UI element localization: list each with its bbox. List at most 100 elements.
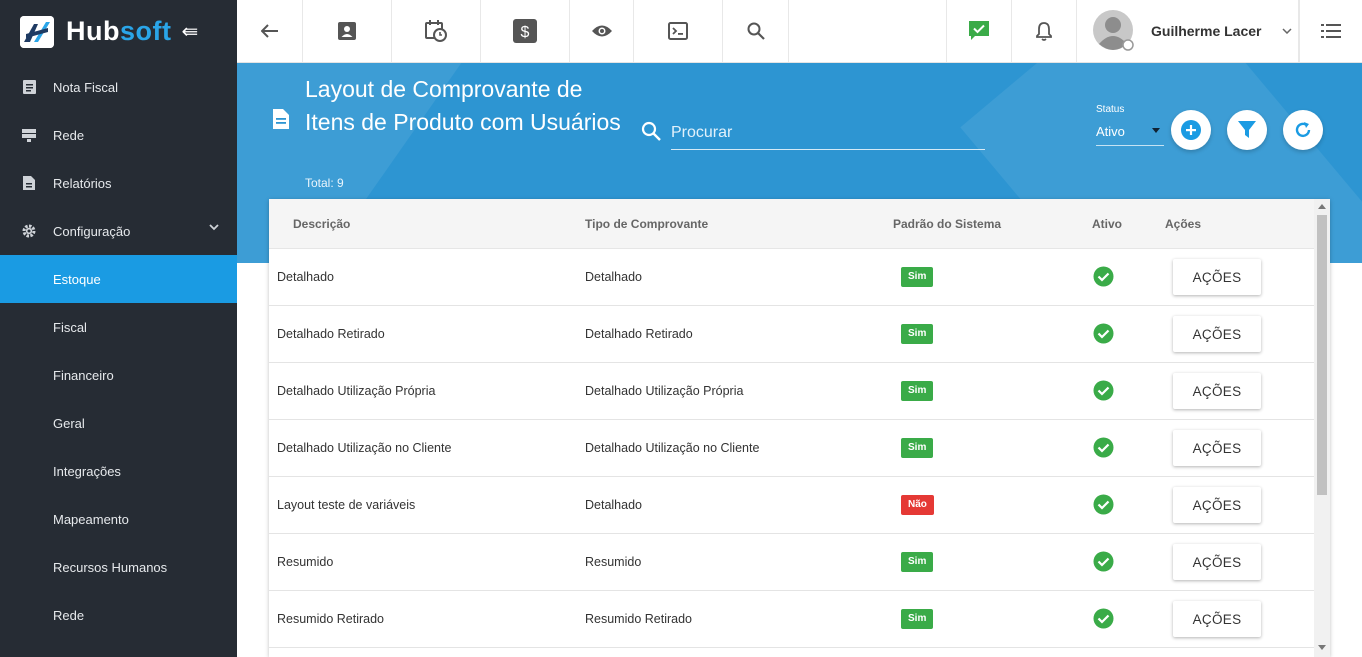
table-row: Resumido Resumido Sim AÇÕES: [269, 534, 1314, 591]
check-circle-icon: [1093, 437, 1114, 458]
sidebar-item-configuracao[interactable]: Configuração: [0, 207, 237, 255]
status-badge: Sim: [901, 609, 934, 629]
search-button[interactable]: [723, 0, 789, 62]
sidebar-item-label: Mapeamento: [53, 511, 129, 527]
actions-button[interactable]: AÇÕES: [1173, 316, 1261, 352]
check-circle-icon: [1093, 494, 1114, 515]
cell-tipo: Detalhado: [585, 270, 642, 284]
column-header-tipo[interactable]: Tipo de Comprovante: [585, 217, 708, 231]
cell-descricao: Layout teste de variáveis: [277, 498, 416, 512]
sidebar-item-integracoes[interactable]: Integrações: [0, 447, 237, 495]
status-select[interactable]: Ativo: [1096, 119, 1164, 146]
check-circle-icon: [1093, 551, 1114, 572]
cell-descricao: Resumido: [277, 555, 334, 569]
check-circle-icon: [1093, 323, 1114, 344]
dollar-icon: $: [513, 19, 537, 43]
sidebar-item-mapeamento[interactable]: Mapeamento: [0, 495, 237, 543]
search-icon: [747, 22, 765, 40]
column-header-descricao[interactable]: Descrição: [293, 217, 350, 231]
table-header: Descrição Tipo de Comprovante Padrão do …: [269, 199, 1314, 249]
eye-icon: [591, 25, 612, 37]
column-header-ativo[interactable]: Ativo: [1092, 217, 1122, 231]
scroll-up-icon[interactable]: [1318, 204, 1326, 209]
brand: Hubsoft ⇚: [0, 0, 237, 63]
collapse-arrow-icon[interactable]: ⇚: [181, 19, 198, 44]
cell-tipo: Detalhado Retirado: [585, 327, 693, 341]
sidebar-item-estoque[interactable]: Estoque: [0, 255, 237, 303]
sidebar-item-nota-fiscal[interactable]: Nota Fiscal: [0, 63, 237, 111]
view-button[interactable]: [570, 0, 634, 62]
actions-button[interactable]: AÇÕES: [1173, 259, 1261, 295]
financial-button[interactable]: $: [481, 0, 570, 62]
terminal-icon: [668, 22, 688, 40]
total-count: Total: 9: [305, 176, 344, 190]
cell-tipo: Detalhado Utilização Própria: [585, 384, 744, 398]
actions-button[interactable]: AÇÕES: [1173, 430, 1261, 466]
user-menu[interactable]: Guilherme Lacer: [1077, 0, 1299, 62]
table-row: Detalhado Retirado Detalhado Retirado Si…: [269, 306, 1314, 363]
report-icon: [21, 175, 37, 191]
sidebar-item-label: Rede: [53, 607, 85, 623]
list-menu-icon: [1321, 24, 1341, 38]
cell-tipo: Detalhado: [585, 498, 642, 512]
scroll-down-icon[interactable]: [1318, 645, 1326, 650]
cell-tipo: Detalhado Utilização no Cliente: [585, 441, 760, 455]
table-row: Detalhado Utilização no Cliente Detalhad…: [269, 420, 1314, 477]
avatar: [1093, 10, 1134, 51]
sidebar-item-financeiro[interactable]: Financeiro: [0, 351, 237, 399]
status-badge: Sim: [901, 267, 934, 287]
svg-text:$: $: [521, 24, 530, 41]
filter-icon: [1238, 121, 1256, 138]
plus-circle-icon: [1181, 120, 1201, 140]
schedule-button[interactable]: [392, 0, 481, 62]
sidebar-item-recursos-humanos[interactable]: Recursos Humanos: [0, 543, 237, 591]
table-row: Detalhado Utilização Própria Detalhado U…: [269, 363, 1314, 420]
notifications-button[interactable]: [1012, 0, 1077, 62]
add-button[interactable]: [1171, 110, 1211, 150]
filter-button[interactable]: [1227, 110, 1267, 150]
back-button[interactable]: [237, 0, 303, 62]
search-input[interactable]: [671, 116, 985, 150]
page-title: Layout de Comprovante de Itens de Produt…: [305, 76, 621, 135]
server-icon: [21, 127, 37, 143]
column-header-padrao[interactable]: Padrão do Sistema: [893, 217, 1001, 231]
refresh-button[interactable]: [1283, 110, 1323, 150]
sidebar-item-geral[interactable]: Geral: [0, 399, 237, 447]
terminal-button[interactable]: [634, 0, 723, 62]
contacts-button[interactable]: [303, 0, 392, 62]
gear-icon: [21, 223, 37, 239]
scroll-thumb[interactable]: [1317, 215, 1327, 495]
actions-button[interactable]: AÇÕES: [1173, 487, 1261, 523]
status-badge: Sim: [901, 438, 934, 458]
table-row: Detalhado Detalhado Sim AÇÕES: [269, 249, 1314, 306]
sidebar-item-fiscal[interactable]: Fiscal: [0, 303, 237, 351]
sidebar-item-label: Rede: [53, 127, 85, 143]
sidebar-nav: Nota Fiscal Rede Relatórios Configuração…: [0, 63, 237, 639]
sidebar-item-rede-config[interactable]: Rede: [0, 591, 237, 639]
sidebar-item-label: Fiscal: [53, 319, 87, 335]
chevron-down-icon: [1281, 28, 1292, 34]
document-icon: [21, 79, 37, 95]
menu-button[interactable]: [1299, 0, 1362, 62]
sidebar-item-label: Geral: [53, 415, 85, 431]
actions-button[interactable]: AÇÕES: [1173, 544, 1261, 580]
table-row: Layout teste de variáveis Detalhado Não …: [269, 477, 1314, 534]
chat-button[interactable]: [946, 0, 1012, 62]
cell-descricao: Resumido Retirado: [277, 612, 384, 626]
dropdown-caret-icon: [1152, 128, 1160, 133]
actions-button[interactable]: AÇÕES: [1173, 373, 1261, 409]
sidebar-item-relatorios[interactable]: Relatórios: [0, 159, 237, 207]
status-badge: Sim: [901, 324, 934, 344]
column-header-acoes: Ações: [1165, 217, 1202, 231]
brand-name-soft: soft: [119, 16, 172, 46]
topbar: $ Guilherme Lacer: [237, 0, 1362, 63]
scrollbar[interactable]: [1314, 199, 1330, 657]
cell-descricao: Detalhado Utilização Própria: [277, 384, 436, 398]
refresh-icon: [1295, 122, 1311, 138]
cell-descricao: Detalhado Retirado: [277, 327, 385, 341]
actions-button[interactable]: AÇÕES: [1173, 601, 1261, 637]
sidebar-item-rede[interactable]: Rede: [0, 111, 237, 159]
sidebar-item-label: Financeiro: [53, 367, 114, 383]
chevron-down-icon[interactable]: [209, 224, 219, 231]
status-badge: Não: [901, 495, 934, 515]
